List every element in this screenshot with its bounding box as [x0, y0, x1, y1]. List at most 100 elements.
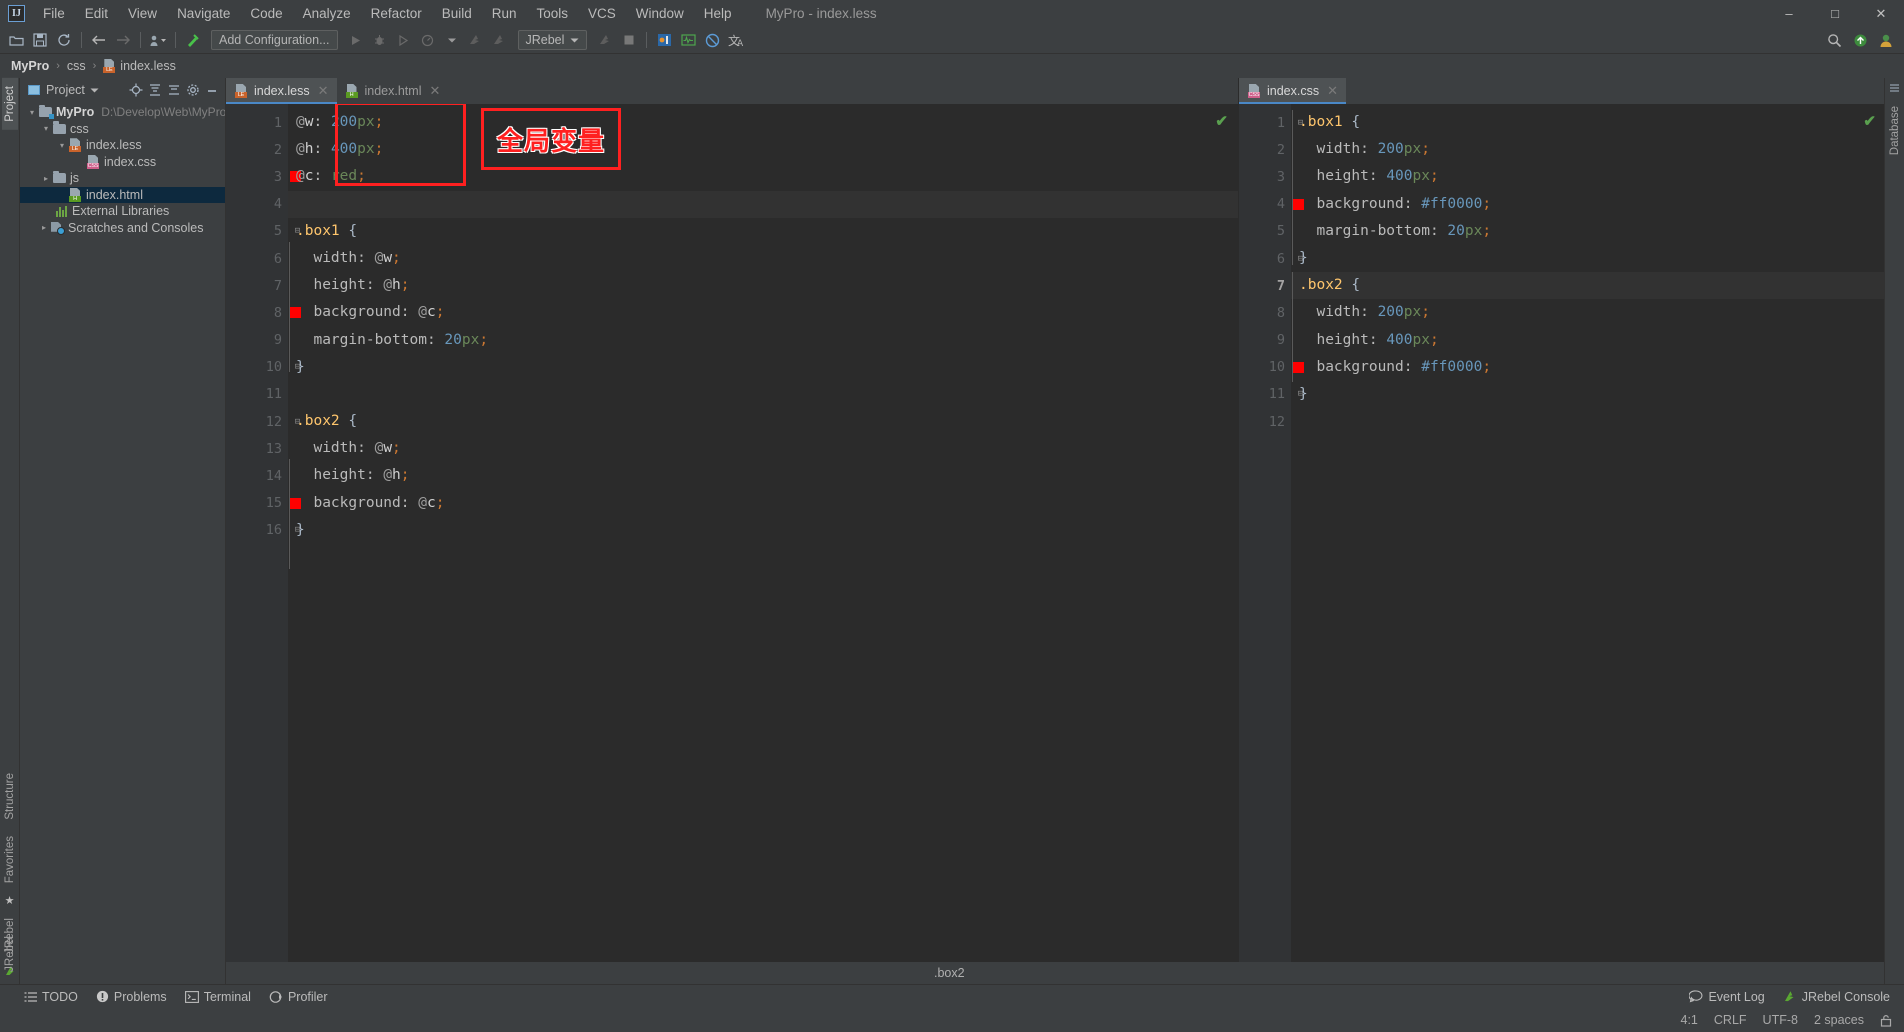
activity-monitor-icon[interactable]	[676, 29, 700, 52]
menu-file[interactable]: File	[33, 3, 75, 24]
open-folder-icon[interactable]	[4, 29, 28, 52]
collapse-all-icon[interactable]	[165, 81, 183, 99]
tree-node-index-less[interactable]: ▾ LE index.less	[20, 137, 225, 154]
inspection-status-icon[interactable]: ✔	[1215, 112, 1228, 130]
dropdown-icon[interactable]	[440, 29, 464, 52]
back-arrow-icon[interactable]	[87, 29, 111, 52]
build-hammer-icon[interactable]	[181, 29, 205, 52]
chevron-down-icon[interactable]: ▾	[26, 108, 38, 117]
line-number: 12	[226, 414, 288, 430]
menu-navigate[interactable]: Navigate	[167, 3, 240, 24]
close-icon[interactable]: ✕	[429, 83, 440, 99]
close-button[interactable]: ✕	[1858, 0, 1904, 27]
minimize-button[interactable]: –	[1766, 0, 1812, 27]
breadcrumb-item-file[interactable]: LE index.less	[100, 58, 179, 74]
menu-analyze[interactable]: Analyze	[293, 3, 361, 24]
code-content-css[interactable]: .box1 { width: 200px; height: 400px; bac…	[1291, 104, 1884, 962]
editor-tab-index-less[interactable]: LE index.less ✕	[226, 78, 337, 104]
search-icon[interactable]	[1822, 29, 1846, 52]
tool-window-bar: TODO Problems Terminal Profiler Event Lo…	[0, 984, 1904, 1008]
chevron-down-icon[interactable]: ▾	[56, 141, 68, 150]
project-pane-title-group[interactable]: Project	[24, 83, 102, 97]
menu-refactor[interactable]: Refactor	[361, 3, 432, 24]
status-indent[interactable]: 2 spaces	[1814, 1013, 1864, 1027]
forward-arrow-icon[interactable]	[111, 29, 135, 52]
tool-tab-project[interactable]: Project	[2, 78, 18, 130]
status-caret-position[interactable]: 4:1	[1681, 1013, 1698, 1027]
database-hide-icon[interactable]	[1889, 78, 1900, 98]
menu-help[interactable]: Help	[694, 3, 742, 24]
run-with-coverage-icon[interactable]	[392, 29, 416, 52]
editor-tab-index-html[interactable]: H index.html ✕	[337, 78, 449, 104]
hide-icon[interactable]	[203, 81, 221, 99]
jrebel-run-icon[interactable]	[464, 29, 488, 52]
menu-run[interactable]: Run	[482, 3, 527, 24]
gear-icon[interactable]	[184, 81, 202, 99]
stop-icon[interactable]	[617, 29, 641, 52]
chevron-right-icon[interactable]: ▸	[40, 174, 52, 183]
inspection-status-icon[interactable]: ✔	[1863, 112, 1876, 130]
sync-icon[interactable]	[52, 29, 76, 52]
menu-view[interactable]: View	[118, 3, 167, 24]
code-line: margin-bottom: 20px;	[288, 327, 1238, 354]
tree-node-index-css[interactable]: CSS index.css	[20, 154, 225, 171]
breadcrumb-item-project[interactable]: MyPro	[8, 58, 52, 74]
editor-gutter-right[interactable]: 1⊟ 2 3 4 5 6⊟ 7⊟ 8 9 10 11⊟ 12	[1239, 104, 1291, 962]
no-entry-icon[interactable]	[700, 29, 724, 52]
menu-build[interactable]: Build	[432, 3, 482, 24]
gutter-line: 7⊟	[1239, 272, 1291, 299]
menu-code[interactable]: Code	[240, 3, 292, 24]
menu-vcs[interactable]: VCS	[578, 3, 626, 24]
tool-tab-jrebel-2[interactable]: JRebel	[2, 910, 18, 962]
tree-node-scratches[interactable]: ▸ Scratches and Consoles	[20, 220, 225, 237]
user-icon[interactable]	[1874, 29, 1898, 52]
menu-bar: File Edit View Navigate Code Analyze Ref…	[33, 3, 742, 24]
status-line-separator[interactable]: CRLF	[1714, 1013, 1747, 1027]
status-encoding[interactable]: UTF-8	[1763, 1013, 1798, 1027]
tool-tab-database[interactable]: Database	[1887, 98, 1903, 163]
jrebel-stop-icon[interactable]	[593, 29, 617, 52]
lock-icon[interactable]	[1880, 1014, 1892, 1027]
tree-node-js[interactable]: ▸ js	[20, 170, 225, 187]
tool-window-terminal[interactable]: Terminal	[185, 990, 251, 1004]
tool-window-problems[interactable]: Problems	[96, 990, 167, 1004]
tree-node-css[interactable]: ▾ css	[20, 121, 225, 138]
menu-edit[interactable]: Edit	[75, 3, 118, 24]
breadcrumb-item-css[interactable]: css	[64, 58, 89, 74]
editor-tab-index-css[interactable]: CSS index.css ✕	[1239, 78, 1346, 104]
tool-window-todo[interactable]: TODO	[24, 990, 78, 1004]
tool-tab-favorites[interactable]: Favorites	[2, 828, 18, 891]
editor-gutter-left[interactable]: 1 2 3 4 5⊟ 6 7 8 9 10⊟ 11 12⊟ 13	[226, 104, 288, 962]
chevron-down-icon[interactable]: ▾	[40, 124, 52, 133]
menu-window[interactable]: Window	[626, 3, 694, 24]
profile-icon[interactable]	[416, 29, 440, 52]
jrebel-debug-icon[interactable]	[488, 29, 512, 52]
jrebel-console-icon[interactable]	[652, 29, 676, 52]
run-icon[interactable]	[344, 29, 368, 52]
tree-node-index-html[interactable]: H index.html	[20, 187, 225, 204]
code-content-less[interactable]: @w: 200px; @h: 400px; @c: red; .box1 { w…	[288, 104, 1238, 962]
code-editor-less[interactable]: 1 2 3 4 5⊟ 6 7 8 9 10⊟ 11 12⊟ 13	[226, 104, 1238, 962]
debug-icon[interactable]	[368, 29, 392, 52]
menu-tools[interactable]: Tools	[527, 3, 579, 24]
code-editor-css[interactable]: 1⊟ 2 3 4 5 6⊟ 7⊟ 8 9 10 11⊟ 12	[1239, 104, 1884, 962]
tree-node-mypro[interactable]: ▾ MyPro D:\Develop\Web\MyPro	[20, 104, 225, 121]
translate-icon[interactable]: 文A	[724, 29, 748, 52]
update-icon[interactable]	[1848, 29, 1872, 52]
tool-tab-structure[interactable]: Structure	[2, 765, 18, 828]
tool-window-jrebel-console[interactable]: JRebel Console	[1783, 990, 1890, 1004]
editor-split: LE index.less ✕ H index.html ✕	[226, 78, 1884, 962]
profile-dropdown-icon[interactable]	[146, 29, 170, 52]
tool-window-event-log[interactable]: Event Log	[1689, 990, 1764, 1004]
jrebel-selector[interactable]: JRebel	[518, 30, 588, 50]
chevron-right-icon[interactable]: ▸	[38, 223, 50, 232]
tree-node-external-libraries[interactable]: External Libraries	[20, 203, 225, 220]
maximize-button[interactable]: □	[1812, 0, 1858, 27]
tool-window-profiler[interactable]: Profiler	[269, 990, 328, 1004]
locate-icon[interactable]	[127, 81, 145, 99]
add-configuration-button[interactable]: Add Configuration...	[211, 30, 338, 50]
save-all-icon[interactable]	[28, 29, 52, 52]
close-icon[interactable]: ✕	[1327, 83, 1338, 99]
expand-all-icon[interactable]	[146, 81, 164, 99]
close-icon[interactable]: ✕	[318, 83, 329, 99]
